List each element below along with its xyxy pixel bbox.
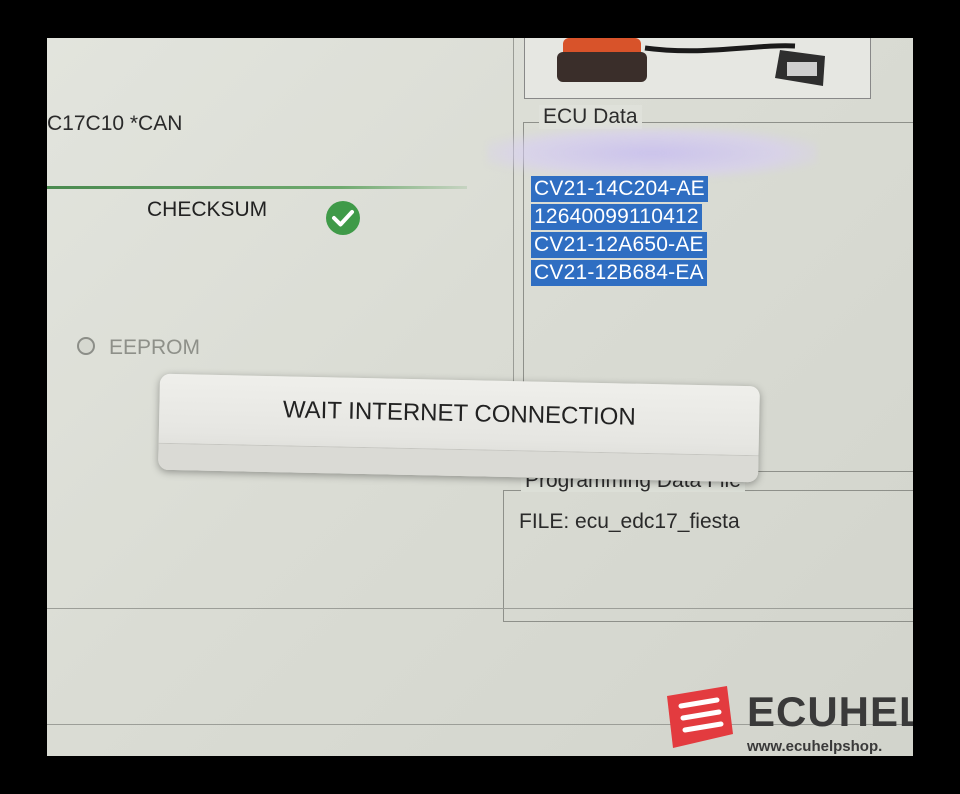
status-dialog: WAIT INTERNET CONNECTION xyxy=(158,373,760,483)
ecu-data-line[interactable]: CV21-12B684-EA xyxy=(531,260,707,286)
ecu-data-line[interactable]: 12640099110412 xyxy=(531,204,702,230)
eeprom-label: EEPROM xyxy=(109,336,201,359)
ecu-data-line[interactable]: CV21-14C204-AE xyxy=(531,176,708,202)
ecuhelp-logo-icon xyxy=(661,682,737,752)
eeprom-radio-button[interactable] xyxy=(77,337,95,355)
ecu-data-line[interactable]: CV21-12A650-AE xyxy=(531,232,707,258)
watermark-url: www.ecuhelpshop. xyxy=(747,738,883,755)
check-circle-icon xyxy=(325,200,361,236)
device-cable-image xyxy=(524,38,871,99)
checksum-label: CHECKSUM xyxy=(147,198,268,221)
section-divider xyxy=(47,186,467,189)
app-screen: C17C10 *CAN CHECKSUM EEPROM ECU Data CV2… xyxy=(47,38,913,756)
redacted-ecu-line xyxy=(487,128,817,178)
file-name-label: FILE: ecu_edc17_fiesta xyxy=(519,510,740,533)
watermark-brand: ECUHEL xyxy=(747,688,913,735)
panel-divider xyxy=(513,38,514,388)
ecu-data-legend: ECU Data xyxy=(539,105,642,129)
ecu-model-label: C17C10 *CAN xyxy=(47,112,183,135)
dialog-message: WAIT INTERNET CONNECTION xyxy=(282,396,637,431)
dialog-footer xyxy=(158,442,759,483)
divider xyxy=(47,608,913,609)
